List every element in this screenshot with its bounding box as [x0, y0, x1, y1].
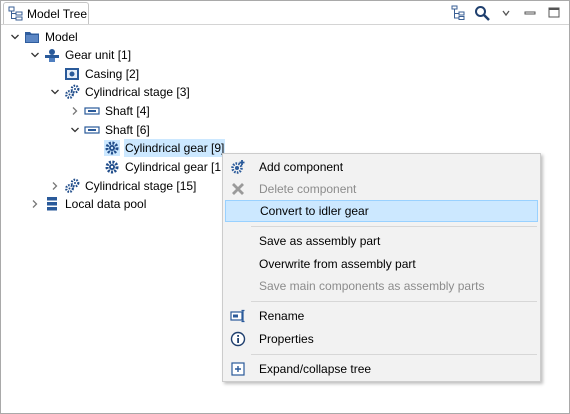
chevron-down-icon[interactable]: [29, 46, 41, 64]
tree-label: Cylindrical gear [1: [125, 160, 222, 174]
menu-label: Delete component: [259, 182, 357, 196]
tab-divider: [1, 24, 569, 25]
chevron-down-icon[interactable]: [69, 121, 81, 139]
add-component-icon: [230, 159, 246, 175]
menu-icon-spacer: [231, 203, 247, 219]
menu-separator: [251, 301, 537, 302]
gear-stage-icon: [64, 84, 80, 100]
menu-label: Properties: [259, 332, 314, 346]
expand-collapse-icon: [230, 361, 246, 377]
menu-item-rename[interactable]: Rename: [225, 305, 538, 327]
search-icon[interactable]: [473, 4, 491, 22]
delete-icon: [230, 181, 246, 197]
model-tree-icon: [8, 6, 24, 22]
menu-icon-spacer: [230, 233, 246, 249]
tree-label: Cylindrical stage [3]: [85, 85, 190, 99]
tree-node-casing[interactable]: Casing [2]: [49, 65, 140, 83]
menu-label: Convert to idler gear: [260, 204, 369, 218]
menu-label: Rename: [259, 309, 305, 323]
shaft-icon: [84, 122, 100, 138]
tree-label: Cylindrical gear [9]: [124, 139, 226, 157]
menu-icon-spacer: [230, 256, 246, 272]
chevron-right-icon[interactable]: [29, 195, 41, 213]
model-tree-panel: Model Tree Model Gear unit [1] Casing [2…: [0, 0, 570, 414]
menu-item-save-main-components[interactable]: Save main components as assembly parts: [225, 275, 538, 297]
tree-label: Model: [45, 30, 78, 44]
tree-node-local-data-pool[interactable]: Local data pool: [29, 195, 147, 213]
panel-header: Model Tree: [1, 1, 569, 25]
menu-item-properties[interactable]: Properties: [225, 328, 538, 350]
tree-label: Local data pool: [65, 197, 147, 211]
rename-icon: [230, 308, 246, 324]
database-icon: [44, 196, 60, 212]
chevron-down-icon[interactable]: [9, 28, 21, 46]
gear-icon: [104, 140, 120, 156]
menu-item-overwrite-from-assembly-part[interactable]: Overwrite from assembly part: [225, 253, 538, 275]
menu-separator: [251, 354, 537, 355]
menu-separator: [251, 226, 537, 227]
menu-label: Expand/collapse tree: [259, 362, 372, 376]
menu-label: Add component: [259, 160, 344, 174]
tree-node-gear-unit[interactable]: Gear unit [1]: [29, 46, 132, 64]
maximize-icon[interactable]: [545, 4, 563, 22]
minimize-icon[interactable]: [521, 4, 539, 22]
tree-label: Cylindrical stage [15]: [85, 179, 197, 193]
tree-label: Shaft [4]: [105, 104, 150, 118]
context-menu: Add component Delete component Convert t…: [222, 153, 541, 382]
info-icon: [230, 331, 246, 347]
menu-item-expand-collapse-tree[interactable]: Expand/collapse tree: [225, 358, 538, 380]
view-menu-icon[interactable]: [497, 4, 515, 22]
tree-filter-icon[interactable]: [449, 4, 467, 22]
menu-item-save-as-assembly-part[interactable]: Save as assembly part: [225, 230, 538, 252]
gear-icon: [104, 159, 120, 175]
shaft-icon: [84, 103, 100, 119]
tab-model-tree[interactable]: Model Tree: [3, 2, 89, 25]
tab-title: Model Tree: [27, 7, 88, 21]
tree-node-shaft-6[interactable]: Shaft [6]: [69, 121, 151, 139]
tree-label: Casing [2]: [85, 67, 140, 81]
tree-node-cylindrical-stage-3[interactable]: Cylindrical stage [3]: [49, 83, 191, 101]
casing-icon: [64, 66, 80, 82]
menu-label: Save as assembly part: [259, 234, 381, 248]
gear-stage-icon: [64, 178, 80, 194]
tree-node-shaft-4[interactable]: Shaft [4]: [69, 102, 151, 120]
chevron-right-icon[interactable]: [69, 102, 81, 120]
menu-item-add-component[interactable]: Add component: [225, 156, 538, 178]
chevron-down-icon[interactable]: [49, 83, 61, 101]
tree-node-cylindrical-gear-10[interactable]: Cylindrical gear [1: [89, 158, 222, 176]
tree-label: Gear unit [1]: [65, 48, 132, 62]
folder-icon: [24, 29, 40, 45]
tree-node-cylindrical-stage-15[interactable]: Cylindrical stage [15]: [49, 177, 197, 195]
menu-item-delete-component[interactable]: Delete component: [225, 178, 538, 200]
gear-unit-icon: [44, 47, 60, 63]
tree-label: Shaft [6]: [105, 123, 150, 137]
menu-label: Save main components as assembly parts: [259, 279, 485, 293]
menu-icon-spacer: [230, 278, 246, 294]
menu-item-convert-to-idler-gear[interactable]: Convert to idler gear: [225, 200, 538, 222]
panel-toolbar: [449, 4, 563, 22]
tree-node-model[interactable]: Model: [9, 28, 79, 46]
menu-label: Overwrite from assembly part: [259, 257, 416, 271]
chevron-right-icon[interactable]: [49, 177, 61, 195]
tree-node-cylindrical-gear-9[interactable]: Cylindrical gear [9]: [89, 139, 226, 157]
